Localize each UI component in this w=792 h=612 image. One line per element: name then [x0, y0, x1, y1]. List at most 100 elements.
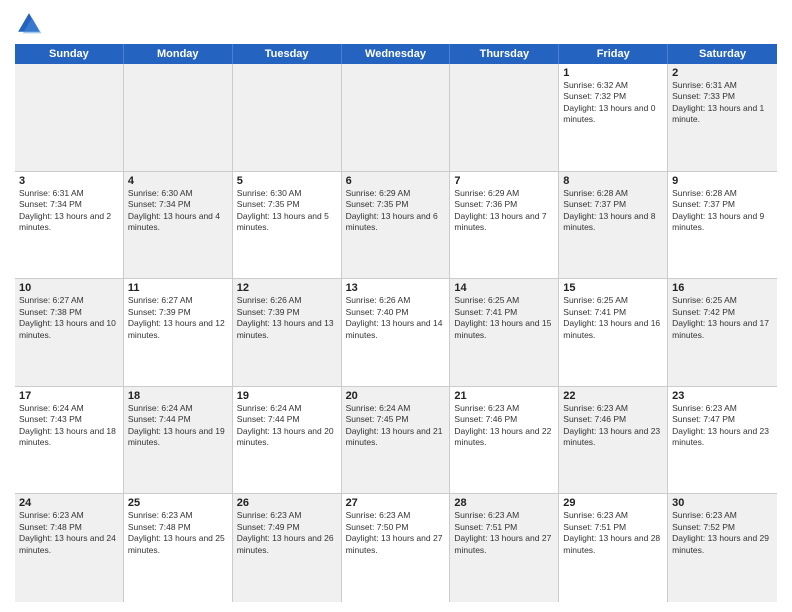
- calendar-cell-2-1: 3Sunrise: 6:31 AM Sunset: 7:34 PM Daylig…: [15, 172, 124, 279]
- calendar-cell-4-3: 19Sunrise: 6:24 AM Sunset: 7:44 PM Dayli…: [233, 387, 342, 494]
- day-number: 30: [672, 497, 773, 509]
- calendar-cell-3-6: 15Sunrise: 6:25 AM Sunset: 7:41 PM Dayli…: [559, 279, 668, 386]
- cell-info: Sunrise: 6:23 AM Sunset: 7:51 PM Dayligh…: [454, 510, 554, 556]
- cell-info: Sunrise: 6:26 AM Sunset: 7:40 PM Dayligh…: [346, 295, 446, 341]
- calendar-cell-5-2: 25Sunrise: 6:23 AM Sunset: 7:48 PM Dayli…: [124, 494, 233, 602]
- calendar-row-3: 10Sunrise: 6:27 AM Sunset: 7:38 PM Dayli…: [15, 279, 777, 387]
- cell-info: Sunrise: 6:25 AM Sunset: 7:41 PM Dayligh…: [454, 295, 554, 341]
- day-number: 18: [128, 390, 228, 402]
- calendar-cell-1-2: [124, 64, 233, 171]
- day-number: 16: [672, 282, 773, 294]
- day-number: 11: [128, 282, 228, 294]
- day-number: 13: [346, 282, 446, 294]
- cell-info: Sunrise: 6:23 AM Sunset: 7:48 PM Dayligh…: [19, 510, 119, 556]
- day-number: 1: [563, 67, 663, 79]
- cell-info: Sunrise: 6:23 AM Sunset: 7:46 PM Dayligh…: [563, 403, 663, 449]
- calendar-cell-5-7: 30Sunrise: 6:23 AM Sunset: 7:52 PM Dayli…: [668, 494, 777, 602]
- page: SundayMondayTuesdayWednesdayThursdayFrid…: [0, 0, 792, 612]
- cell-info: Sunrise: 6:31 AM Sunset: 7:33 PM Dayligh…: [672, 80, 773, 126]
- calendar-cell-4-5: 21Sunrise: 6:23 AM Sunset: 7:46 PM Dayli…: [450, 387, 559, 494]
- cell-info: Sunrise: 6:24 AM Sunset: 7:43 PM Dayligh…: [19, 403, 119, 449]
- cell-info: Sunrise: 6:32 AM Sunset: 7:32 PM Dayligh…: [563, 80, 663, 126]
- calendar-cell-1-6: 1Sunrise: 6:32 AM Sunset: 7:32 PM Daylig…: [559, 64, 668, 171]
- header-day-wednesday: Wednesday: [342, 44, 451, 64]
- calendar: SundayMondayTuesdayWednesdayThursdayFrid…: [15, 44, 777, 602]
- day-number: 4: [128, 175, 228, 187]
- calendar-row-2: 3Sunrise: 6:31 AM Sunset: 7:34 PM Daylig…: [15, 172, 777, 280]
- day-number: 8: [563, 175, 663, 187]
- cell-info: Sunrise: 6:30 AM Sunset: 7:34 PM Dayligh…: [128, 188, 228, 234]
- day-number: 3: [19, 175, 119, 187]
- calendar-cell-5-5: 28Sunrise: 6:23 AM Sunset: 7:51 PM Dayli…: [450, 494, 559, 602]
- cell-info: Sunrise: 6:27 AM Sunset: 7:38 PM Dayligh…: [19, 295, 119, 341]
- cell-info: Sunrise: 6:28 AM Sunset: 7:37 PM Dayligh…: [672, 188, 773, 234]
- calendar-row-5: 24Sunrise: 6:23 AM Sunset: 7:48 PM Dayli…: [15, 494, 777, 602]
- calendar-cell-3-4: 13Sunrise: 6:26 AM Sunset: 7:40 PM Dayli…: [342, 279, 451, 386]
- calendar-row-4: 17Sunrise: 6:24 AM Sunset: 7:43 PM Dayli…: [15, 387, 777, 495]
- cell-info: Sunrise: 6:23 AM Sunset: 7:50 PM Dayligh…: [346, 510, 446, 556]
- header-day-saturday: Saturday: [668, 44, 777, 64]
- day-number: 28: [454, 497, 554, 509]
- cell-info: Sunrise: 6:24 AM Sunset: 7:44 PM Dayligh…: [237, 403, 337, 449]
- header-day-sunday: Sunday: [15, 44, 124, 64]
- calendar-cell-3-2: 11Sunrise: 6:27 AM Sunset: 7:39 PM Dayli…: [124, 279, 233, 386]
- calendar-cell-5-4: 27Sunrise: 6:23 AM Sunset: 7:50 PM Dayli…: [342, 494, 451, 602]
- day-number: 24: [19, 497, 119, 509]
- calendar-cell-4-4: 20Sunrise: 6:24 AM Sunset: 7:45 PM Dayli…: [342, 387, 451, 494]
- calendar-cell-5-6: 29Sunrise: 6:23 AM Sunset: 7:51 PM Dayli…: [559, 494, 668, 602]
- day-number: 27: [346, 497, 446, 509]
- cell-info: Sunrise: 6:24 AM Sunset: 7:45 PM Dayligh…: [346, 403, 446, 449]
- logo-icon: [15, 10, 43, 38]
- cell-info: Sunrise: 6:25 AM Sunset: 7:41 PM Dayligh…: [563, 295, 663, 341]
- day-number: 10: [19, 282, 119, 294]
- day-number: 5: [237, 175, 337, 187]
- cell-info: Sunrise: 6:23 AM Sunset: 7:51 PM Dayligh…: [563, 510, 663, 556]
- logo: [15, 10, 47, 38]
- cell-info: Sunrise: 6:29 AM Sunset: 7:36 PM Dayligh…: [454, 188, 554, 234]
- cell-info: Sunrise: 6:23 AM Sunset: 7:46 PM Dayligh…: [454, 403, 554, 449]
- calendar-cell-2-2: 4Sunrise: 6:30 AM Sunset: 7:34 PM Daylig…: [124, 172, 233, 279]
- cell-info: Sunrise: 6:26 AM Sunset: 7:39 PM Dayligh…: [237, 295, 337, 341]
- header-day-monday: Monday: [124, 44, 233, 64]
- header-day-tuesday: Tuesday: [233, 44, 342, 64]
- day-number: 9: [672, 175, 773, 187]
- day-number: 14: [454, 282, 554, 294]
- calendar-cell-3-7: 16Sunrise: 6:25 AM Sunset: 7:42 PM Dayli…: [668, 279, 777, 386]
- calendar-cell-5-3: 26Sunrise: 6:23 AM Sunset: 7:49 PM Dayli…: [233, 494, 342, 602]
- header-day-thursday: Thursday: [450, 44, 559, 64]
- day-number: 22: [563, 390, 663, 402]
- calendar-cell-2-4: 6Sunrise: 6:29 AM Sunset: 7:35 PM Daylig…: [342, 172, 451, 279]
- day-number: 25: [128, 497, 228, 509]
- calendar-cell-1-5: [450, 64, 559, 171]
- calendar-header: SundayMondayTuesdayWednesdayThursdayFrid…: [15, 44, 777, 64]
- day-number: 19: [237, 390, 337, 402]
- calendar-cell-3-3: 12Sunrise: 6:26 AM Sunset: 7:39 PM Dayli…: [233, 279, 342, 386]
- day-number: 21: [454, 390, 554, 402]
- day-number: 20: [346, 390, 446, 402]
- day-number: 26: [237, 497, 337, 509]
- cell-info: Sunrise: 6:30 AM Sunset: 7:35 PM Dayligh…: [237, 188, 337, 234]
- cell-info: Sunrise: 6:24 AM Sunset: 7:44 PM Dayligh…: [128, 403, 228, 449]
- day-number: 6: [346, 175, 446, 187]
- calendar-cell-4-7: 23Sunrise: 6:23 AM Sunset: 7:47 PM Dayli…: [668, 387, 777, 494]
- day-number: 12: [237, 282, 337, 294]
- calendar-cell-2-5: 7Sunrise: 6:29 AM Sunset: 7:36 PM Daylig…: [450, 172, 559, 279]
- day-number: 17: [19, 390, 119, 402]
- calendar-cell-2-6: 8Sunrise: 6:28 AM Sunset: 7:37 PM Daylig…: [559, 172, 668, 279]
- cell-info: Sunrise: 6:23 AM Sunset: 7:52 PM Dayligh…: [672, 510, 773, 556]
- calendar-cell-2-7: 9Sunrise: 6:28 AM Sunset: 7:37 PM Daylig…: [668, 172, 777, 279]
- day-number: 15: [563, 282, 663, 294]
- calendar-cell-4-6: 22Sunrise: 6:23 AM Sunset: 7:46 PM Dayli…: [559, 387, 668, 494]
- cell-info: Sunrise: 6:28 AM Sunset: 7:37 PM Dayligh…: [563, 188, 663, 234]
- header-day-friday: Friday: [559, 44, 668, 64]
- calendar-cell-1-4: [342, 64, 451, 171]
- calendar-cell-4-1: 17Sunrise: 6:24 AM Sunset: 7:43 PM Dayli…: [15, 387, 124, 494]
- calendar-cell-3-1: 10Sunrise: 6:27 AM Sunset: 7:38 PM Dayli…: [15, 279, 124, 386]
- calendar-cell-1-3: [233, 64, 342, 171]
- calendar-body: 1Sunrise: 6:32 AM Sunset: 7:32 PM Daylig…: [15, 64, 777, 602]
- calendar-row-1: 1Sunrise: 6:32 AM Sunset: 7:32 PM Daylig…: [15, 64, 777, 172]
- calendar-cell-1-7: 2Sunrise: 6:31 AM Sunset: 7:33 PM Daylig…: [668, 64, 777, 171]
- cell-info: Sunrise: 6:23 AM Sunset: 7:48 PM Dayligh…: [128, 510, 228, 556]
- calendar-cell-4-2: 18Sunrise: 6:24 AM Sunset: 7:44 PM Dayli…: [124, 387, 233, 494]
- day-number: 23: [672, 390, 773, 402]
